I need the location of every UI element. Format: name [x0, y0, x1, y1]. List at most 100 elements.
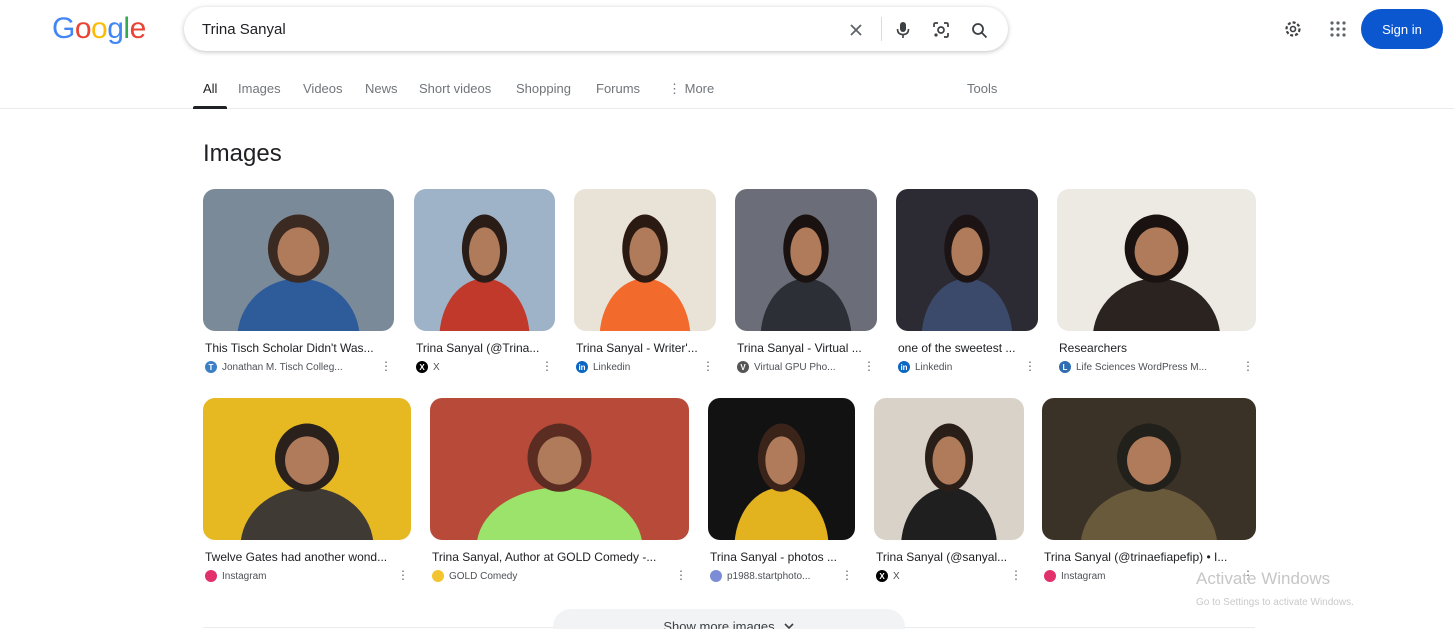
- more-options-icon[interactable]: ⋮: [702, 359, 714, 373]
- image-source[interactable]: p1988.startphoto...: [727, 571, 810, 582]
- logo-letter: G: [52, 12, 75, 45]
- search-results-page: Google Sign in All Images Videos Ne: [0, 0, 1454, 629]
- search-box[interactable]: [184, 7, 1008, 51]
- image-source[interactable]: X: [433, 362, 440, 373]
- image-source[interactable]: Linkedin: [593, 362, 630, 373]
- tools-button[interactable]: Tools: [967, 81, 997, 96]
- image-result-card[interactable]: Researchers L Life Sciences WordPress M...…: [1057, 189, 1256, 379]
- tab-shopping[interactable]: Shopping: [516, 81, 571, 96]
- image-thumbnail[interactable]: [430, 398, 689, 540]
- source-favicon-icon: in: [576, 361, 588, 373]
- image-source-row: Instagram: [205, 570, 266, 582]
- source-favicon-icon: X: [876, 570, 888, 582]
- image-thumbnail[interactable]: [1042, 398, 1256, 540]
- more-options-icon[interactable]: ⋮: [397, 568, 409, 582]
- more-options-icon[interactable]: ⋮: [380, 359, 392, 373]
- image-title[interactable]: Trina Sanyal (@trinaefiapefip) • I...: [1044, 550, 1256, 564]
- photo-graphic: [1057, 189, 1256, 331]
- image-title[interactable]: Trina Sanyal - Writer'...: [576, 341, 716, 355]
- logo-letter: o: [91, 12, 108, 45]
- more-options-icon[interactable]: ⋮: [541, 359, 553, 373]
- image-title[interactable]: Trina Sanyal - photos ...: [710, 550, 855, 564]
- image-thumbnail[interactable]: [896, 189, 1038, 331]
- image-source-row: V Virtual GPU Pho...: [737, 361, 836, 373]
- search-tabs: All Images Videos News Short videos Shop…: [0, 72, 1454, 109]
- mic-icon[interactable]: [892, 19, 914, 41]
- image-source[interactable]: Linkedin: [915, 362, 952, 373]
- photo-graphic: [203, 189, 394, 331]
- gear-icon[interactable]: [1282, 18, 1304, 40]
- sign-in-button[interactable]: Sign in: [1361, 9, 1443, 49]
- tab-news[interactable]: News: [365, 81, 398, 96]
- image-thumbnail[interactable]: [735, 189, 877, 331]
- image-result-card[interactable]: one of the sweetest ... in Linkedin ⋮: [896, 189, 1038, 379]
- lens-icon[interactable]: [930, 19, 952, 41]
- tab-videos[interactable]: Videos: [303, 81, 343, 96]
- image-thumbnail[interactable]: [203, 398, 411, 540]
- image-thumbnail[interactable]: [203, 189, 394, 331]
- active-tab-indicator: [193, 106, 227, 109]
- image-source[interactable]: GOLD Comedy: [449, 571, 517, 582]
- image-result-card[interactable]: This Tisch Scholar Didn't Was... T Jonatha…: [203, 189, 394, 379]
- tab-all[interactable]: All: [203, 81, 217, 96]
- more-options-icon[interactable]: ⋮: [1024, 359, 1036, 373]
- image-title[interactable]: Researchers: [1059, 341, 1256, 355]
- more-options-icon[interactable]: ⋮: [841, 568, 853, 582]
- image-source[interactable]: Instagram: [222, 571, 266, 582]
- image-result-card[interactable]: Trina Sanyal (@trinaefiapefip) • I... Ins…: [1042, 398, 1256, 588]
- image-thumbnail[interactable]: [874, 398, 1024, 540]
- image-result-card[interactable]: Twelve Gates had another wond... Instagra…: [203, 398, 411, 588]
- apps-grid-icon[interactable]: [1327, 18, 1349, 40]
- source-favicon-icon: [1044, 570, 1056, 582]
- source-favicon-icon: in: [898, 361, 910, 373]
- more-options-icon[interactable]: ⋮: [1242, 359, 1254, 373]
- show-more-label: Show more images: [663, 619, 775, 629]
- tab-forums[interactable]: Forums: [596, 81, 640, 96]
- photo-graphic: [430, 398, 689, 540]
- source-favicon-icon: [432, 570, 444, 582]
- search-icon[interactable]: [968, 19, 990, 41]
- photo-graphic: [1042, 398, 1256, 540]
- source-favicon-icon: [205, 570, 217, 582]
- image-source[interactable]: Virtual GPU Pho...: [754, 362, 836, 373]
- image-source[interactable]: Jonathan M. Tisch Colleg...: [222, 362, 343, 373]
- more-options-icon[interactable]: ⋮: [863, 359, 875, 373]
- image-title[interactable]: This Tisch Scholar Didn't Was...: [205, 341, 394, 355]
- image-result-card[interactable]: Trina Sanyal - Virtual ... V Virtual GPU P…: [735, 189, 877, 379]
- image-title[interactable]: Trina Sanyal (@sanyal...: [876, 550, 1024, 564]
- photo-graphic: [414, 189, 555, 331]
- image-source[interactable]: Instagram: [1061, 571, 1105, 582]
- tab-short-videos[interactable]: Short videos: [419, 81, 491, 96]
- image-title[interactable]: Trina Sanyal (@Trina...: [416, 341, 555, 355]
- image-result-card[interactable]: Trina Sanyal - Writer'... in Linkedin ⋮: [574, 189, 716, 379]
- image-thumbnail[interactable]: [708, 398, 855, 540]
- tab-more[interactable]: ⋮ More: [668, 81, 714, 97]
- image-result-card[interactable]: Trina Sanyal - photos ... p1988.startphot…: [708, 398, 855, 588]
- image-source[interactable]: Life Sciences WordPress M...: [1076, 362, 1207, 373]
- image-source-row: GOLD Comedy: [432, 570, 517, 582]
- image-title[interactable]: Twelve Gates had another wond...: [205, 550, 411, 564]
- image-result-card[interactable]: Trina Sanyal (@Trina... X X ⋮: [414, 189, 555, 379]
- image-title[interactable]: one of the sweetest ...: [898, 341, 1038, 355]
- image-thumbnail[interactable]: [1057, 189, 1256, 331]
- image-source-row: L Life Sciences WordPress M...: [1059, 361, 1207, 373]
- image-title[interactable]: Trina Sanyal - Virtual ...: [737, 341, 877, 355]
- show-more-images-button[interactable]: Show more images: [553, 609, 905, 629]
- more-options-icon[interactable]: ⋮: [1010, 568, 1022, 582]
- image-title[interactable]: Trina Sanyal, Author at GOLD Comedy -...: [432, 550, 689, 564]
- tab-images[interactable]: Images: [238, 81, 281, 96]
- search-divider: [881, 17, 882, 41]
- image-result-card[interactable]: Trina Sanyal, Author at GOLD Comedy -...…: [430, 398, 689, 588]
- photo-graphic: [735, 189, 877, 331]
- photo-graphic: [708, 398, 855, 540]
- image-result-card[interactable]: Trina Sanyal (@sanyal... X X ⋮: [874, 398, 1024, 588]
- image-source[interactable]: X: [893, 571, 900, 582]
- activate-windows-title: Activate Windows: [1196, 569, 1331, 588]
- more-options-icon[interactable]: ⋮: [675, 568, 687, 582]
- google-logo[interactable]: Google: [52, 12, 146, 46]
- source-favicon-icon: T: [205, 361, 217, 373]
- close-icon[interactable]: [845, 19, 867, 41]
- image-thumbnail[interactable]: [574, 189, 716, 331]
- image-thumbnail[interactable]: [414, 189, 555, 331]
- search-input[interactable]: [202, 17, 822, 41]
